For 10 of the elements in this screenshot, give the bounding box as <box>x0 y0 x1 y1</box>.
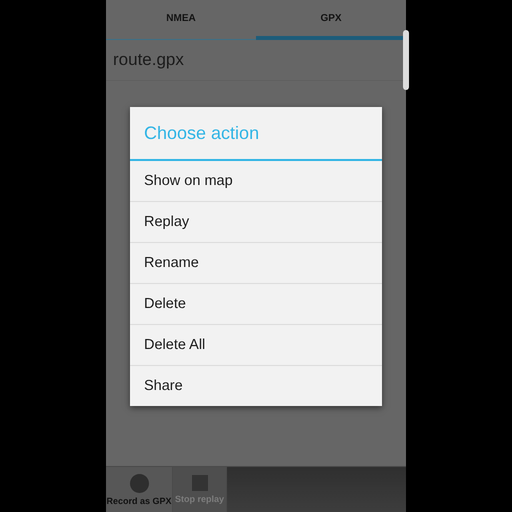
square-icon <box>192 475 208 491</box>
scroll-handle[interactable] <box>403 30 409 90</box>
menu-item[interactable]: Replay <box>130 201 382 242</box>
circle-icon <box>130 474 148 492</box>
menu-item[interactable]: Share <box>130 365 382 406</box>
menu-item[interactable]: Show on map <box>130 161 382 201</box>
menu-item[interactable]: Delete All <box>130 324 382 365</box>
dialog-title: Choose action <box>130 107 382 161</box>
menu-item[interactable]: Delete <box>130 283 382 324</box>
menu-item[interactable]: Rename <box>130 242 382 283</box>
